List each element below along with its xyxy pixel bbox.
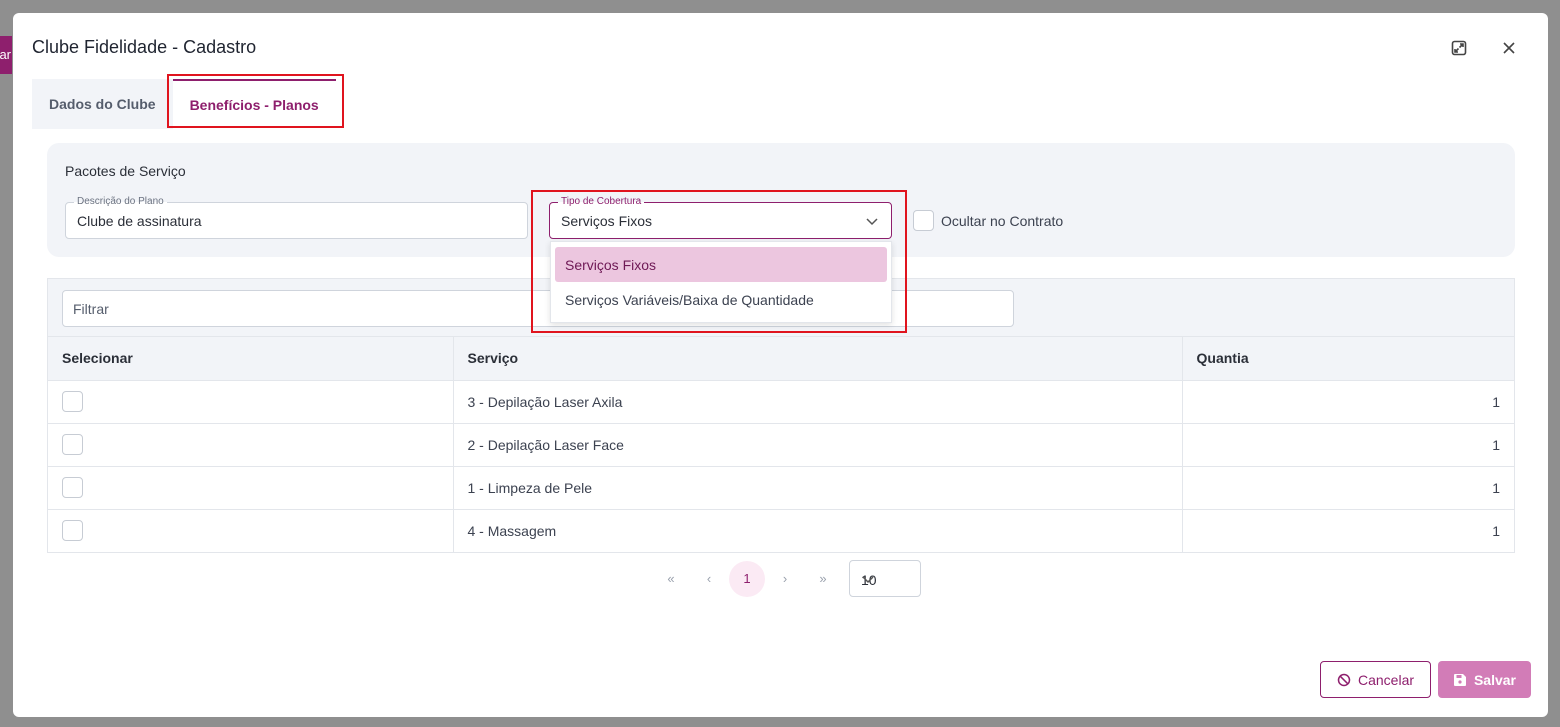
next-page-button[interactable]: › — [767, 561, 803, 597]
save-label: Salvar — [1473, 671, 1517, 688]
quantity-cell: 1 — [1182, 423, 1514, 467]
service-cell: 1 - Limpeza de Pele — [453, 466, 1183, 510]
coverage-type-dropdown: Serviços Fixos Serviços Variáveis/Baixa … — [550, 241, 892, 323]
tab-club-data-label: Dados do Clube — [49, 96, 156, 112]
row-checkbox[interactable] — [62, 434, 83, 455]
chevron-down-icon — [865, 214, 879, 228]
save-button[interactable]: Salvar — [1438, 661, 1531, 698]
tab-benefits-plans[interactable]: Benefícios - Planos — [172, 79, 336, 129]
coverage-type-value: Serviços Fixos — [561, 213, 653, 229]
plan-description-legend: Descrição do Plano — [74, 196, 167, 208]
select-cell — [48, 466, 454, 510]
plan-description-field[interactable]: Descrição do Plano Clube de assinatura — [65, 196, 528, 239]
hide-in-contract-label: Ocultar no Contrato — [941, 212, 1064, 229]
prev-page-button[interactable]: ‹ — [691, 561, 727, 597]
column-header-quantity: Quantia — [1182, 337, 1514, 381]
panel-title: Pacotes de Serviço — [65, 163, 186, 179]
first-page-button[interactable]: « — [653, 561, 689, 597]
expand-icon[interactable] — [1448, 37, 1470, 59]
last-page-button[interactable]: » — [805, 561, 841, 597]
table-row: 3 - Depilação Laser Axila 1 — [48, 380, 1514, 424]
row-checkbox[interactable] — [62, 520, 83, 542]
table-header-row: Selecionar Serviço Quantia — [48, 337, 1514, 381]
modal-title: Clube Fidelidade - Cadastro — [32, 37, 257, 57]
row-checkbox[interactable] — [62, 391, 83, 412]
hide-in-contract-checkbox[interactable] — [913, 210, 934, 231]
select-cell — [48, 423, 454, 467]
column-header-select: Selecionar — [48, 337, 454, 381]
table-row: 1 - Limpeza de Pele 1 — [48, 466, 1514, 510]
service-cell: 3 - Depilação Laser Axila — [453, 380, 1183, 424]
services-grid: Selecionar Serviço Quantia 3 - Depilação… — [48, 337, 1514, 552]
quantity-cell: 1 — [1492, 522, 1500, 539]
page-size-select[interactable]: 10 — [849, 560, 921, 597]
quantity-cell: 1 — [1182, 380, 1514, 424]
cancel-label: Cancelar — [1357, 671, 1415, 688]
column-header-service: Serviço — [453, 337, 1183, 381]
service-packages-panel: Pacotes de Serviço Descrição do Plano Cl… — [47, 143, 1515, 257]
current-page-button[interactable]: 1 — [729, 560, 765, 597]
coverage-type-legend: Tipo de Cobertura — [558, 196, 645, 208]
plan-description-value: Clube de assinatura — [77, 213, 202, 229]
coverage-type-select[interactable]: Tipo de Cobertura Serviços Fixos — [549, 196, 892, 239]
table-row: 4 - Massagem 1 — [48, 509, 1514, 552]
select-cell — [48, 380, 454, 424]
quantity-cell: 1 — [1182, 466, 1514, 510]
tab-club-data[interactable]: Dados do Clube — [32, 79, 173, 129]
background-side-button-label: ar — [0, 47, 11, 62]
background-side-button: ar — [0, 36, 12, 74]
cancel-button[interactable]: Cancelar — [1320, 661, 1431, 698]
option-variable-services[interactable]: Serviços Variáveis/Baixa de Quantidade — [555, 282, 887, 317]
chevron-down-icon — [861, 572, 875, 586]
pagination: « ‹ 1 › » 10 — [653, 560, 921, 597]
ban-icon — [1337, 673, 1351, 686]
row-checkbox[interactable] — [62, 477, 83, 498]
hide-in-contract-option: Ocultar no Contrato — [913, 210, 1063, 231]
club-modal: Clube Fidelidade - Cadastro Dados do Clu… — [13, 13, 1548, 717]
tab-bar: Dados do Clube Benefícios - Planos — [32, 79, 336, 129]
select-cell — [48, 509, 454, 552]
table-row: 2 - Depilação Laser Face 1 — [48, 423, 1514, 467]
tab-benefits-plans-label: Benefícios - Planos — [189, 97, 319, 113]
service-cell: 2 - Depilação Laser Face — [453, 423, 1183, 467]
option-fixed-services[interactable]: Serviços Fixos — [555, 247, 887, 282]
close-icon[interactable] — [1498, 37, 1520, 59]
floppy-disk-icon — [1453, 673, 1466, 686]
service-cell: 4 - Massagem — [453, 509, 1183, 552]
